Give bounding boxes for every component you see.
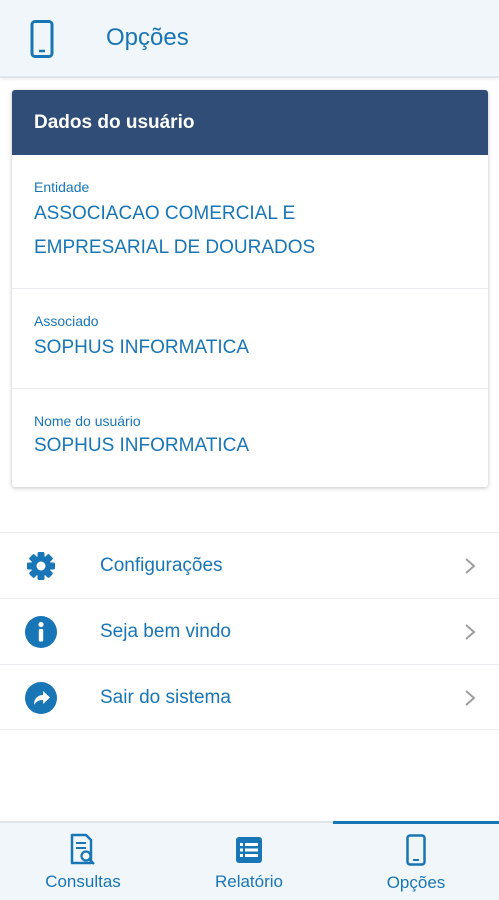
smartphone-icon — [406, 834, 426, 866]
menu-item-label: Configurações — [100, 555, 223, 576]
tab-consultas[interactable]: Consultas — [0, 823, 166, 900]
app-bar: Opções — [0, 0, 499, 78]
options-menu: Configurações Seja bem vindo Sair do sis… — [0, 532, 499, 730]
menu-item-label: Sair do sistema — [100, 687, 231, 708]
document-search-icon — [70, 833, 95, 865]
username-value: SOPHUS INFORMATICA — [34, 435, 249, 456]
user-data-card: Dados do usuário Entidade ASSOCIACAO COM… — [12, 90, 488, 487]
tab-opcoes[interactable]: Opções — [333, 821, 499, 898]
entity-value-line1: ASSOCIACAO COMERCIAL E — [34, 203, 296, 224]
menu-item-logout[interactable]: Sair do sistema — [0, 664, 499, 730]
tab-label: Consultas — [45, 872, 121, 891]
smartphone-icon — [30, 20, 54, 58]
chevron-right-icon — [465, 624, 476, 640]
tab-label: Opções — [386, 873, 446, 892]
associate-field: Associado SOPHUS INFORMATICA — [12, 288, 488, 388]
info-icon — [25, 616, 57, 648]
page-title: Opções — [106, 24, 189, 51]
menu-item-label: Seja bem vindo — [100, 621, 231, 642]
entity-value-line2: EMPRESARIAL DE DOURADOS — [34, 237, 316, 258]
entity-label: Entidade — [34, 179, 90, 195]
menu-item-welcome[interactable]: Seja bem vindo — [0, 598, 499, 664]
tab-relatorio[interactable]: Relatório — [166, 823, 332, 900]
associate-value: SOPHUS INFORMATICA — [34, 337, 249, 358]
entity-field: Entidade ASSOCIACAO COMERCIAL E EMPRESAR… — [12, 155, 488, 288]
chevron-right-icon — [465, 690, 476, 706]
menu-item-settings[interactable]: Configurações — [0, 532, 499, 598]
list-icon — [236, 837, 262, 863]
tab-label: Relatório — [214, 872, 284, 891]
username-label: Nome do usuário — [34, 413, 141, 429]
gear-icon — [27, 552, 55, 580]
bottom-navigation: Consultas Relatório Opções — [0, 821, 499, 900]
associate-label: Associado — [34, 313, 99, 329]
card-title: Dados do usuário — [12, 90, 488, 155]
share-arrow-icon — [25, 682, 57, 714]
username-field: Nome do usuário SOPHUS INFORMATICA — [12, 388, 488, 487]
entity-value: ASSOCIACAO COMERCIAL E EMPRESARIAL DE DO… — [34, 197, 454, 265]
chevron-right-icon — [465, 558, 476, 574]
